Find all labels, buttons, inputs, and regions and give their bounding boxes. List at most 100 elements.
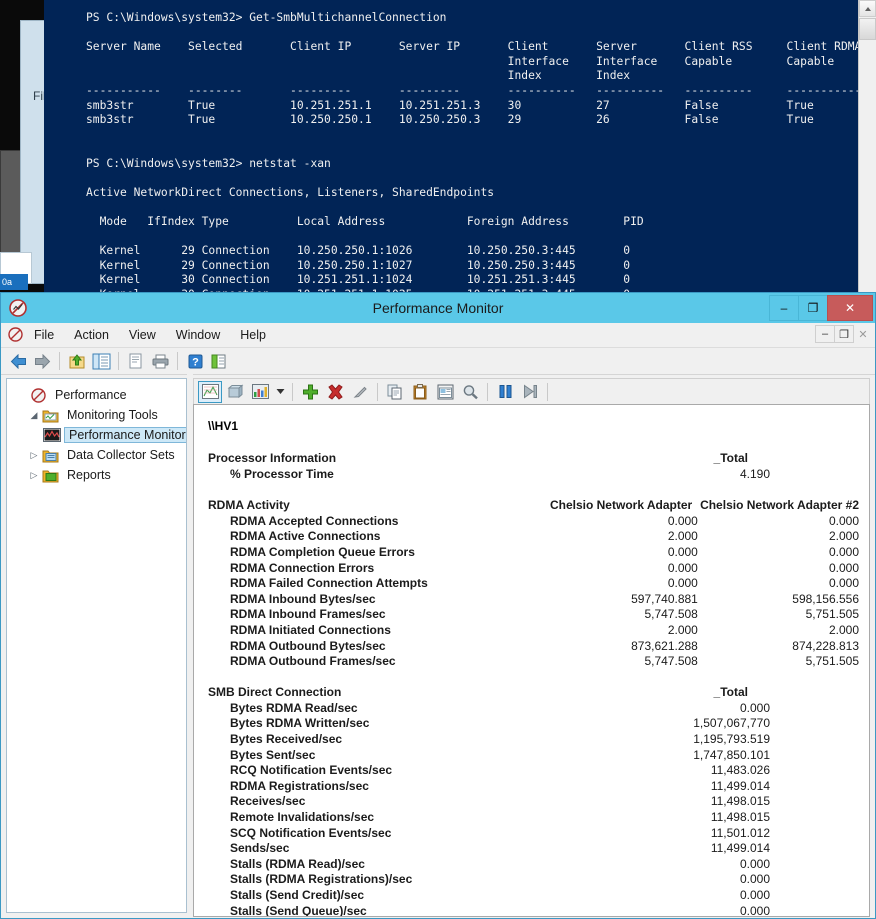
background-taskbar-label[interactable]: 0a xyxy=(0,274,28,290)
performance-monitor-window[interactable]: Performance Monitor – ❐ ✕ File Action Vi… xyxy=(0,292,876,919)
report-view[interactable]: \\HV1 Processor Information_Total% Proce… xyxy=(193,404,870,917)
toolbar-separator xyxy=(377,383,378,401)
report-counter-row[interactable]: RDMA Inbound Frames/sec5,747.5085,751.50… xyxy=(194,607,859,623)
view-report-icon[interactable] xyxy=(198,381,222,403)
menu-file[interactable]: File xyxy=(31,327,57,343)
report-scrollbar[interactable] xyxy=(859,405,869,916)
svg-text:?: ? xyxy=(192,356,199,368)
scrollbar-thumb[interactable] xyxy=(859,18,876,40)
report-counter-name: RDMA Initiated Connections xyxy=(194,623,551,637)
report-counter-row[interactable]: RDMA Completion Queue Errors0.0000.000 xyxy=(194,544,859,560)
add-counter-icon[interactable] xyxy=(298,381,322,403)
report-counter-row[interactable]: Bytes Received/sec1,195,793.519 xyxy=(194,731,859,747)
powershell-console-window[interactable]: PS C:\Windows\system32> Get-SmbMultichan… xyxy=(44,0,876,295)
forward-icon[interactable] xyxy=(31,350,53,372)
report-counter-value: 0.000 xyxy=(600,888,770,902)
report-toolbar[interactable] xyxy=(193,378,870,404)
paste-counter-list-icon[interactable] xyxy=(408,381,432,403)
report-counter-row[interactable]: Bytes RDMA Read/sec0.000 xyxy=(194,700,859,716)
tree-expander[interactable]: ▷ xyxy=(27,450,41,461)
report-counter-name: RDMA Outbound Bytes/sec xyxy=(194,639,551,653)
report-counter-row[interactable]: RDMA Active Connections2.0002.000 xyxy=(194,529,859,545)
console-tree-pane[interactable]: Performance ◢ Monitoring Tools Perfo xyxy=(6,378,187,913)
mdi-restore-button[interactable]: ❐ xyxy=(834,325,854,343)
menu-help[interactable]: Help xyxy=(237,327,269,343)
report-counter-row[interactable]: % Processor Time4.190 xyxy=(194,466,859,482)
change-graph-type-dropdown-icon[interactable] xyxy=(273,381,287,403)
menu-window[interactable]: Window xyxy=(173,327,223,343)
up-folder-icon[interactable] xyxy=(66,350,88,372)
tree-item-performance-monitor[interactable]: Performance Monitor xyxy=(13,425,186,445)
report-counter-value: 0.000 xyxy=(551,545,698,559)
perfmon-titlebar[interactable]: Performance Monitor – ❐ ✕ xyxy=(1,293,875,323)
mdi-minimize-button[interactable]: – xyxy=(815,325,835,343)
report-counter-row[interactable]: Bytes Sent/sec1,747,850.101 xyxy=(194,747,859,763)
close-button[interactable]: ✕ xyxy=(827,295,873,321)
menu-items[interactable]: File Action View Window Help xyxy=(31,323,269,347)
monitoring-tools-folder-icon xyxy=(41,407,59,423)
window-controls[interactable]: – ❐ ✕ xyxy=(770,295,873,321)
tree-item-reports[interactable]: ▷ Reports xyxy=(13,465,186,485)
help-icon[interactable]: ? xyxy=(184,350,206,372)
minimize-button[interactable]: – xyxy=(769,295,799,321)
show-hide-console-tree-icon[interactable] xyxy=(90,350,112,372)
mdi-window-controls[interactable]: – ❐ ✕ xyxy=(816,325,873,343)
console-scrollbar[interactable] xyxy=(858,0,876,295)
view-histogram-icon[interactable] xyxy=(248,381,272,403)
navigation-toolbar[interactable]: ? xyxy=(1,348,875,375)
report-counter-value: 0.000 xyxy=(698,514,859,528)
console-tree[interactable]: Performance ◢ Monitoring Tools Perfo xyxy=(7,379,186,485)
report-counter-value: 4.190 xyxy=(600,467,770,481)
back-icon[interactable] xyxy=(7,350,29,372)
report-counter-row[interactable]: Stalls (RDMA Registrations)/sec0.000 xyxy=(194,872,859,888)
report-counter-value: 597,740.881 xyxy=(551,592,698,606)
delete-counter-icon[interactable] xyxy=(323,381,347,403)
zoom-icon[interactable] xyxy=(458,381,482,403)
report-counter-value: 11,501.012 xyxy=(600,826,770,840)
properties-icon[interactable] xyxy=(125,350,147,372)
report-counter-row[interactable]: Stalls (RDMA Read)/sec0.000 xyxy=(194,856,859,872)
menu-action[interactable]: Action xyxy=(71,327,112,343)
performance-monitor-icon xyxy=(43,427,61,443)
tree-item-performance[interactable]: Performance xyxy=(13,385,186,405)
report-counter-row[interactable]: Stalls (Send Credit)/sec0.000 xyxy=(194,887,859,903)
tree-expander[interactable]: ◢ xyxy=(27,410,41,421)
highlight-icon[interactable] xyxy=(348,381,372,403)
report-pane: \\HV1 Processor Information_Total% Proce… xyxy=(193,378,870,917)
update-data-icon[interactable] xyxy=(518,381,542,403)
menu-view[interactable]: View xyxy=(126,327,159,343)
report-counter-row[interactable]: RDMA Outbound Frames/sec5,747.5085,751.5… xyxy=(194,653,859,669)
report-counter-row[interactable]: Receives/sec11,498.015 xyxy=(194,794,859,810)
report-counter-value: 11,498.015 xyxy=(600,794,770,808)
report-counter-value: 0.000 xyxy=(698,576,859,590)
report-counter-row[interactable]: SCQ Notification Events/sec11,501.012 xyxy=(194,825,859,841)
report-counter-row[interactable]: RDMA Inbound Bytes/sec597,740.881598,156… xyxy=(194,591,859,607)
report-counter-row[interactable]: RDMA Registrations/sec11,499.014 xyxy=(194,778,859,794)
report-counter-row[interactable]: Stalls (Send Queue)/sec0.000 xyxy=(194,903,859,916)
copy-properties-icon[interactable] xyxy=(383,381,407,403)
report-counter-row[interactable]: Remote Invalidations/sec11,498.015 xyxy=(194,809,859,825)
maximize-button[interactable]: ❐ xyxy=(798,295,828,321)
menu-bar[interactable]: File Action View Window Help – ❐ ✕ xyxy=(1,323,875,348)
report-counter-row[interactable]: Bytes RDMA Written/sec1,507,067,770 xyxy=(194,716,859,732)
mdi-close-button[interactable]: ✕ xyxy=(853,325,873,343)
report-counter-value: 874,228.813 xyxy=(698,639,859,653)
view-graph-icon[interactable] xyxy=(223,381,247,403)
report-counter-row[interactable]: RDMA Accepted Connections0.0000.000 xyxy=(194,513,859,529)
tree-item-data-collector-sets[interactable]: ▷ Data Collector Sets xyxy=(13,445,186,465)
report-counter-name: Remote Invalidations/sec xyxy=(194,810,600,824)
report-counter-row[interactable]: RDMA Failed Connection Attempts0.0000.00… xyxy=(194,575,859,591)
freeze-display-icon[interactable] xyxy=(493,381,517,403)
print-icon[interactable] xyxy=(149,350,171,372)
new-window-icon[interactable] xyxy=(208,350,230,372)
report-counter-row[interactable]: RDMA Initiated Connections2.0002.000 xyxy=(194,622,859,638)
report-counter-row[interactable]: RDMA Connection Errors0.0000.000 xyxy=(194,560,859,576)
report-counter-row[interactable]: Sends/sec11,499.014 xyxy=(194,840,859,856)
scroll-up-button[interactable] xyxy=(859,0,876,17)
tree-expander[interactable]: ▷ xyxy=(27,470,41,481)
report-counter-row[interactable]: RDMA Outbound Bytes/sec873,621.288874,22… xyxy=(194,638,859,654)
tree-item-monitoring-tools[interactable]: ◢ Monitoring Tools xyxy=(13,405,186,425)
report-counter-name: % Processor Time xyxy=(194,467,600,481)
report-counter-row[interactable]: RCQ Notification Events/sec11,483.026 xyxy=(194,762,859,778)
properties-icon[interactable] xyxy=(433,381,457,403)
